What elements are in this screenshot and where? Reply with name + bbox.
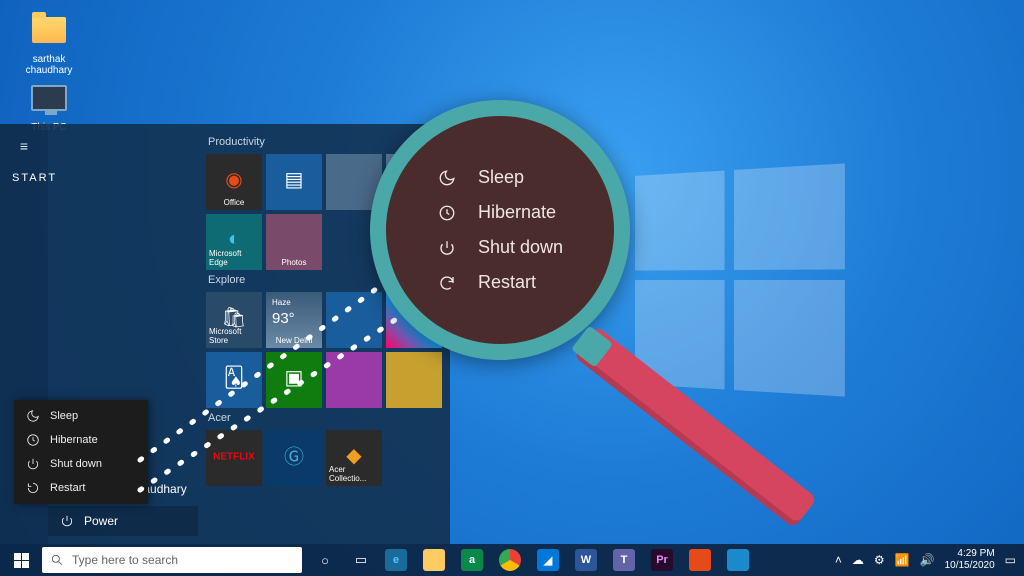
hamburger-icon[interactable]: ≡ <box>0 130 48 162</box>
magnified-hibernate: Hibernate <box>436 202 614 223</box>
restart-icon <box>26 481 40 495</box>
pc-icon <box>31 85 67 111</box>
power-icon <box>26 457 40 471</box>
tile-photos[interactable]: Photos <box>266 214 322 270</box>
desktop-icon-label: sarthak chaudhary <box>14 54 84 76</box>
clock[interactable]: 4:29 PM 10/15/2020 <box>945 548 995 572</box>
magnified-restart: Restart <box>436 272 614 293</box>
power-option-sleep[interactable]: Sleep <box>14 404 148 428</box>
tile-acer-g[interactable]: Ⓖ <box>266 430 322 486</box>
windows-icon <box>14 553 29 568</box>
power-icon <box>60 514 74 528</box>
power-option-shutdown[interactable]: Shut down <box>14 452 148 476</box>
power-option-hibernate[interactable]: Hibernate <box>14 428 148 452</box>
moon-icon <box>26 409 40 423</box>
wifi-icon[interactable]: ⚙ <box>874 553 885 567</box>
tile-solitaire[interactable]: 🂡 <box>206 352 262 408</box>
magnifier-annotation: Sleep Hibernate Shut down Restart <box>370 100 660 390</box>
taskbar-pinned-apps: e a ◢ W T Pr <box>378 544 756 576</box>
clock-icon <box>436 204 458 222</box>
tile-store[interactable]: 🛍Microsoft Store <box>206 292 262 348</box>
taskbar-app-vscode[interactable]: ◢ <box>530 544 566 576</box>
network-icon[interactable]: 📶 <box>895 553 910 567</box>
chevron-up-icon[interactable]: ˄ <box>835 553 842 567</box>
clock-icon <box>26 433 40 447</box>
taskbar-app-word[interactable]: W <box>568 544 604 576</box>
start-menu-left: sarthak chaudhary Sleep Hibernate Shut d… <box>48 124 198 544</box>
power-icon <box>436 239 458 257</box>
magnifier-lens: Sleep Hibernate Shut down Restart <box>370 100 630 360</box>
cortana-button[interactable]: ○ <box>308 544 342 576</box>
search-placeholder: Type here to search <box>72 553 178 567</box>
taskbar-app-explorer[interactable] <box>416 544 452 576</box>
start-button[interactable] <box>0 544 42 576</box>
taskbar-app-acer[interactable]: a <box>454 544 490 576</box>
magnified-sleep: Sleep <box>436 167 614 188</box>
volume-icon[interactable]: 🔊 <box>920 553 935 567</box>
tile-xbox[interactable]: ▣ <box>266 352 322 408</box>
onedrive-icon[interactable]: ☁ <box>852 553 864 567</box>
power-options-popup: Sleep Hibernate Shut down Restart <box>14 400 148 504</box>
taskbar-app-edge[interactable]: e <box>378 544 414 576</box>
notifications-icon[interactable]: ▭ <box>1005 553 1016 567</box>
system-tray[interactable]: ˄ ☁ ⚙ 📶 🔊 4:29 PM 10/15/2020 ▭ <box>827 548 1024 572</box>
taskbar-app-teams[interactable]: T <box>606 544 642 576</box>
folder-icon <box>32 17 66 43</box>
tile-group-acer: Acer <box>208 412 440 424</box>
time-text: 4:29 PM <box>945 548 995 560</box>
tile-edge[interactable]: ◐Microsoft Edge <box>206 214 262 270</box>
taskbar-app-premiere[interactable]: Pr <box>644 544 680 576</box>
power-button[interactable]: Power <box>48 506 198 536</box>
taskbar: Type here to search ○ ▭ e a ◢ W T Pr ˄ ☁… <box>0 544 1024 576</box>
restart-icon <box>436 274 458 292</box>
task-view-button[interactable]: ▭ <box>344 544 378 576</box>
power-option-restart[interactable]: Restart <box>14 476 148 500</box>
tile-office[interactable]: ◉Office <box>206 154 262 210</box>
tile-netflix[interactable]: NETFLIX <box>206 430 262 486</box>
windows-logo-wallpaper <box>635 163 845 396</box>
desktop-icon-user-folder[interactable]: sarthak chaudhary <box>14 10 84 76</box>
taskbar-app-chrome[interactable] <box>492 544 528 576</box>
search-box[interactable]: Type here to search <box>42 547 302 573</box>
search-icon <box>50 553 64 567</box>
moon-icon <box>436 169 458 187</box>
magnified-shutdown: Shut down <box>436 237 614 258</box>
tile-weather[interactable]: Haze 93° New Delhi <box>266 292 322 348</box>
tile-acer-collection[interactable]: ◆Acer Collectio... <box>326 430 382 486</box>
date-text: 10/15/2020 <box>945 560 995 572</box>
tile-generic[interactable]: ▤ <box>266 154 322 210</box>
taskbar-app-generic[interactable] <box>682 544 718 576</box>
start-label: START <box>0 162 48 194</box>
taskbar-app-generic[interactable] <box>720 544 756 576</box>
